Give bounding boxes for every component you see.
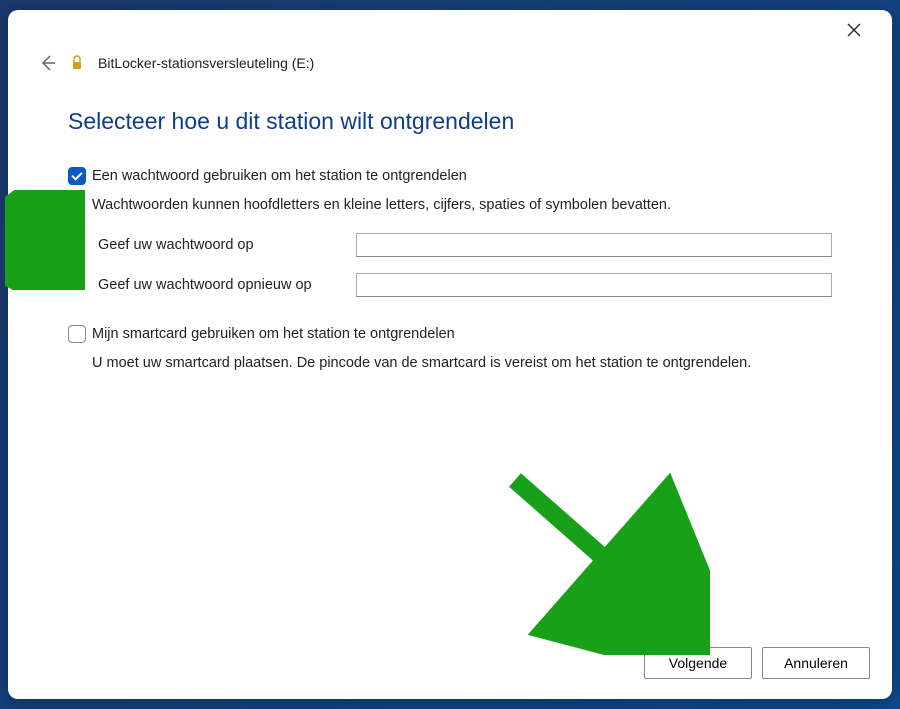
confirm-password-field-row: Geef uw wachtwoord opnieuw op bbox=[98, 273, 832, 297]
password-field-label: Geef uw wachtwoord op bbox=[98, 237, 348, 253]
app-title: BitLocker-stationsversleuteling (E:) bbox=[98, 55, 314, 71]
cancel-button[interactable]: Annuleren bbox=[762, 647, 870, 679]
next-button[interactable]: Volgende bbox=[644, 647, 752, 679]
password-option-block: Een wachtwoord gebruiken om het station … bbox=[68, 167, 832, 297]
smartcard-option-row: Mijn smartcard gebruiken om het station … bbox=[68, 325, 832, 343]
smartcard-option-block: Mijn smartcard gebruiken om het station … bbox=[68, 325, 832, 375]
close-button[interactable] bbox=[834, 14, 874, 46]
dialog-header: BitLocker-stationsversleuteling (E:) bbox=[8, 50, 892, 86]
close-icon bbox=[847, 23, 861, 37]
password-input[interactable] bbox=[356, 233, 832, 257]
dialog-footer: Volgende Annuleren bbox=[8, 633, 892, 699]
confirm-password-field-label: Geef uw wachtwoord opnieuw op bbox=[98, 277, 348, 293]
password-option-label: Een wachtwoord gebruiken om het station … bbox=[92, 168, 467, 184]
bitlocker-icon bbox=[68, 54, 86, 72]
password-checkbox[interactable] bbox=[68, 167, 86, 185]
bitlocker-dialog: BitLocker-stationsversleuteling (E:) Sel… bbox=[8, 10, 892, 699]
smartcard-option-label: Mijn smartcard gebruiken om het station … bbox=[92, 326, 455, 342]
titlebar bbox=[8, 10, 892, 50]
smartcard-checkbox[interactable] bbox=[68, 325, 86, 343]
back-button[interactable] bbox=[38, 54, 56, 72]
page-title: Selecteer hoe u dit station wilt ontgren… bbox=[68, 108, 832, 135]
confirm-password-input[interactable] bbox=[356, 273, 832, 297]
password-option-row: Een wachtwoord gebruiken om het station … bbox=[68, 167, 832, 185]
password-option-description: Wachtwoorden kunnen hoofdletters en klei… bbox=[92, 195, 832, 217]
password-field-row: Geef uw wachtwoord op bbox=[98, 233, 832, 257]
dialog-content: Selecteer hoe u dit station wilt ontgren… bbox=[8, 86, 892, 633]
back-arrow-icon bbox=[38, 54, 56, 72]
smartcard-option-description: U moet uw smartcard plaatsen. De pincode… bbox=[92, 353, 832, 375]
